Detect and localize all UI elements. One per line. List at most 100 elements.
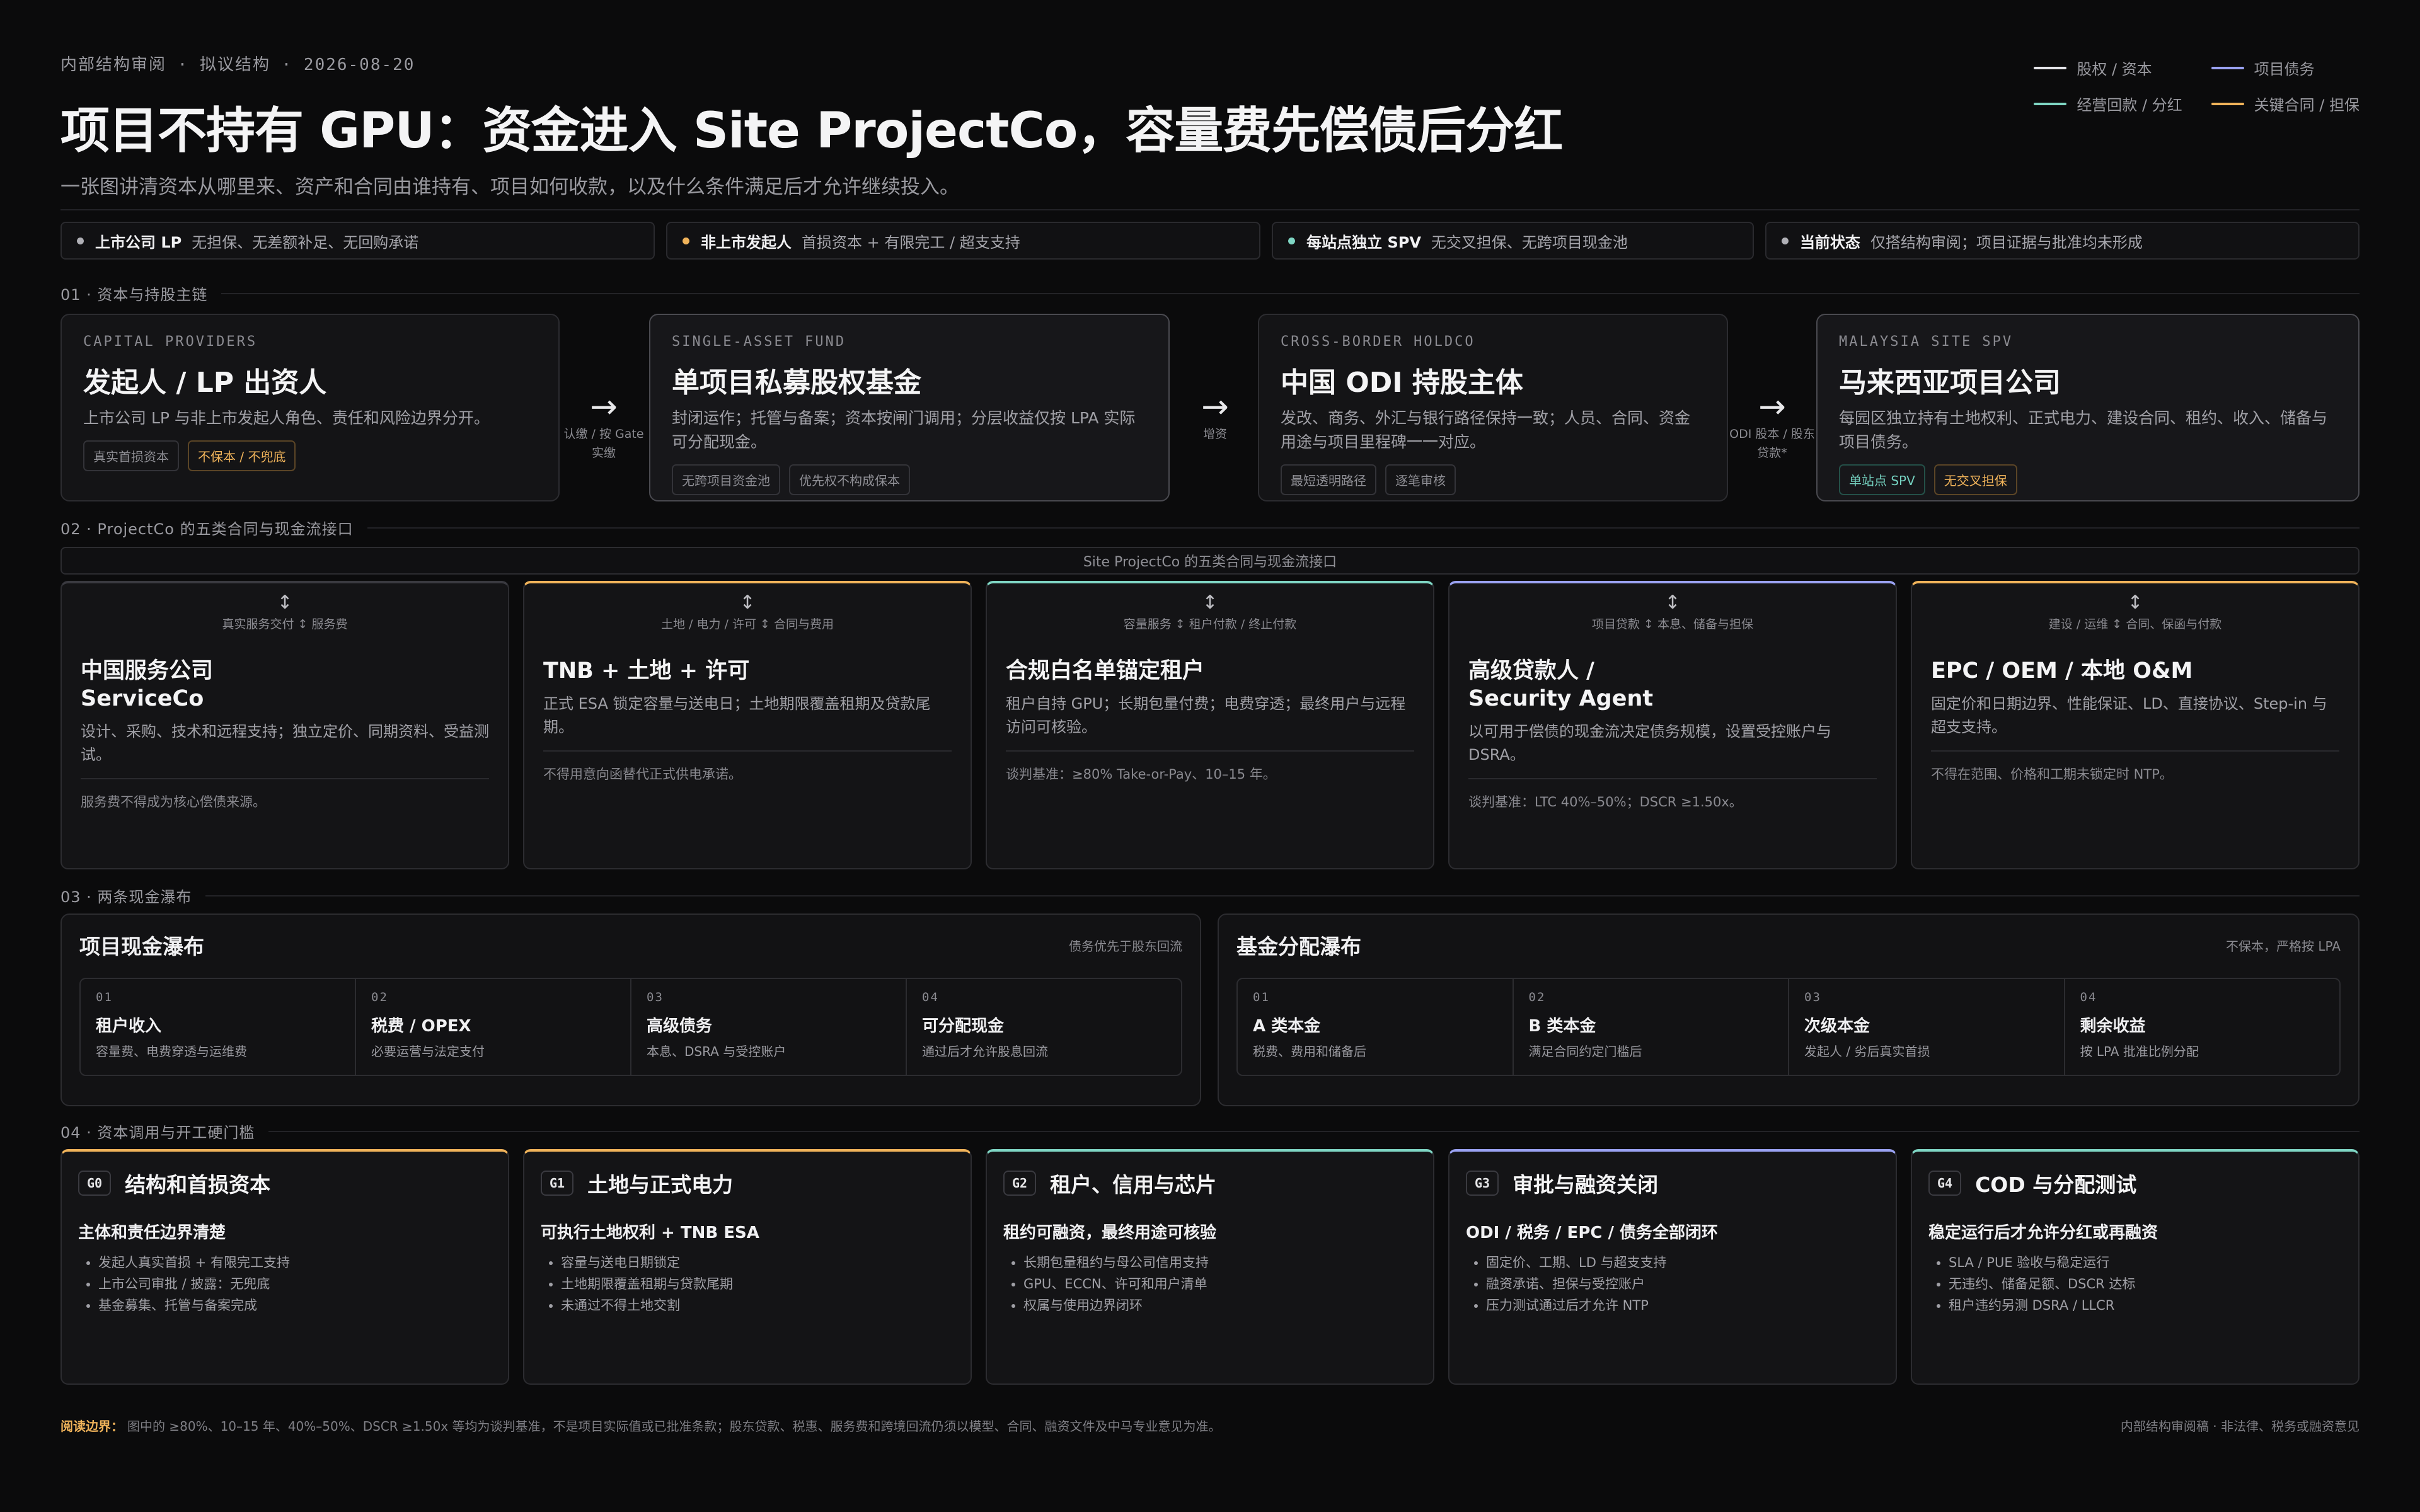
section-rule bbox=[205, 895, 2360, 896]
interface-desc: 设计、采购、技术和远程支持；独立定价、同期资料、受益测试。 bbox=[81, 723, 489, 764]
waterfall-title: 基金分配瀑布 bbox=[1236, 934, 1361, 959]
list-item: 租户违约另测 DSRA / LLCR bbox=[1949, 1295, 2342, 1316]
divider bbox=[60, 209, 2360, 210]
step-label: 高级债务 bbox=[647, 1017, 713, 1036]
legend-swatch bbox=[2034, 102, 2067, 105]
list-item: SLA / PUE 验收与稳定运行 bbox=[1949, 1252, 2342, 1273]
waterfall-step: 01 A 类本金 税费、费用和储备后 bbox=[1238, 979, 1514, 1075]
gate-card-g0: G0 结构和首损资本 主体和责任边界清楚 发起人真实首损 + 有限完工支持上市公司… bbox=[60, 1149, 509, 1385]
strip-label: 非上市发起人 bbox=[701, 233, 792, 251]
flow-arrow: → 增资 bbox=[1172, 391, 1258, 442]
gate-title: 审批与融资关闭 bbox=[1512, 1172, 1659, 1197]
chip: 无跨项目资金池 bbox=[672, 464, 780, 495]
interface-title: 合规白名单锚定租户 bbox=[1006, 657, 1414, 685]
waterfall-step: 01 租户收入 容量费、电费穿透与运维费 bbox=[81, 979, 356, 1075]
gate-subtitle: 主体和责任边界清楚 bbox=[78, 1223, 226, 1242]
gate-header: G3 审批与融资关闭 bbox=[1466, 1168, 1879, 1198]
chip: 真实首损资本 bbox=[83, 440, 179, 471]
waterfall-note: 债务优先于股东回流 bbox=[1069, 938, 1182, 954]
gate-header: G0 结构和首损资本 bbox=[78, 1168, 492, 1198]
title-line: TNB + 土地 + 许可 bbox=[543, 658, 750, 684]
legend-label: 股权 / 资本 bbox=[2077, 60, 2152, 78]
arrow-right-icon: → bbox=[1201, 388, 1229, 426]
chain-card-cross-border-holdco: CROSS-BORDER HOLDCO 中国 ODI 持股主体 发改、商务、外汇… bbox=[1258, 314, 1728, 501]
chain-title: 中国 ODI 持股主体 bbox=[1281, 367, 1523, 399]
strip-text: 无交叉担保、无跨项目现金池 bbox=[1431, 233, 1628, 251]
title-line: 高级贷款人 / bbox=[1468, 658, 1594, 684]
chip-group: 真实首损资本 不保本 / 不兜底 bbox=[83, 440, 537, 471]
flow-arrow: → ODI 股本 / 股东 贷款* bbox=[1728, 391, 1816, 461]
page-subtitle: 一张图讲清资本从哪里来、资产和合同由谁持有、项目如何收款，以及什么条件满足后才允… bbox=[60, 176, 959, 198]
chain-title: 单项目私募股权基金 bbox=[672, 367, 921, 399]
footer-right: 内部结构审阅稿 · 非法律、税务或融资意见 bbox=[2120, 1419, 2360, 1434]
chain-card-single-asset-fund: SINGLE-ASSET FUND 单项目私募股权基金 封闭运作；托管与备案；资… bbox=[649, 314, 1170, 501]
status-dot bbox=[683, 237, 690, 244]
interface-note: 服务费不得成为核心偿债来源。 bbox=[81, 794, 266, 810]
step-number: 01 bbox=[96, 990, 113, 1004]
legend: 股权 / 资本 项目债务 经营回款 / 分红 关键合同 / 担保 bbox=[2034, 57, 2360, 115]
gate-badge: G3 bbox=[1466, 1171, 1499, 1196]
gate-subtitle: ODI / 税务 / EPC / 债务全部闭环 bbox=[1466, 1223, 1719, 1242]
legend-label: 项目债务 bbox=[2254, 60, 2315, 78]
interface-desc: 固定价和日期边界、性能保证、LD、直接协议、Step-in 与超支支持。 bbox=[1931, 695, 2327, 736]
footer-disclaimer: 阅读边界： 图中的 ≥80%、10–15 年、40%–50%、DSCR ≥1.50… bbox=[60, 1416, 1221, 1435]
interface-card-senior-lender: ↕ 项目贷款 ↕ 本息、储备与担保 高级贷款人 / Security Agent … bbox=[1448, 581, 1897, 869]
step-sub: 满足合同约定门槛后 bbox=[1528, 1044, 1642, 1059]
gate-card-g3: G3 审批与融资关闭 ODI / 税务 / EPC / 债务全部闭环 固定价、工期… bbox=[1448, 1149, 1897, 1385]
gate-header: G2 租户、信用与芯片 bbox=[1003, 1168, 1417, 1198]
strip-cell: 上市公司 LP 无担保、无差额补足、无回购承诺 bbox=[60, 222, 655, 260]
section-rule bbox=[268, 1130, 2360, 1132]
step-label: A 类本金 bbox=[1253, 1017, 1321, 1036]
status-dot bbox=[77, 237, 84, 244]
footer-key: 阅读边界： bbox=[60, 1419, 124, 1434]
list-item: 土地期限覆盖租期与贷款尾期 bbox=[561, 1273, 954, 1295]
up-down-arrow-icon: ↕ bbox=[277, 592, 293, 614]
strip-text: 仅搭结构审阅；项目证据与批准均未形成 bbox=[1870, 233, 2143, 251]
interface-desc: 以可用于偿债的现金流决定债务规模，设置受控账户与 DSRA。 bbox=[1468, 723, 1831, 764]
arrow-label: ODI 股本 / 股东 bbox=[1729, 427, 1815, 441]
interface-bar: Site ProjectCo 的五类合同与现金流接口 bbox=[60, 547, 2360, 575]
step-number: 03 bbox=[1804, 990, 1821, 1004]
interface-card-anchor-tenant: ↕ 容量服务 ↕ 租户付款 / 终止付款 合规白名单锚定租户 租户自持 GPU；… bbox=[986, 581, 1434, 869]
gate-header: G4 COD 与分配测试 bbox=[1928, 1168, 2342, 1198]
gate-header: G1 土地与正式电力 bbox=[541, 1168, 954, 1198]
waterfall-steps: 01 租户收入 容量费、电费穿透与运维费 02 税费 / OPEX 必要运营与法定支付 … bbox=[79, 978, 1182, 1076]
step-label: 次级本金 bbox=[1804, 1017, 1870, 1036]
kicker: 内部结构审阅 · 拟议结构 · 2026-08-20 bbox=[60, 55, 415, 74]
list-item: 基金募集、托管与备案完成 bbox=[98, 1295, 492, 1316]
section-title: 02 · ProjectCo 的五类合同与现金流接口 bbox=[60, 520, 354, 538]
strip-label: 当前状态 bbox=[1799, 233, 1860, 251]
legend-label: 经营回款 / 分红 bbox=[2077, 96, 2182, 114]
list-item: 压力测试通过后才允许 NTP bbox=[1486, 1295, 1879, 1316]
step-number: 03 bbox=[647, 990, 664, 1004]
chip: 逐笔审核 bbox=[1385, 464, 1456, 495]
gate-badge: G1 bbox=[541, 1171, 574, 1196]
legend-swatch bbox=[2211, 66, 2244, 69]
legend-label: 关键合同 / 担保 bbox=[2254, 96, 2360, 114]
strip-cell: 非上市发起人 首损资本 + 有限完工 / 超支支持 bbox=[666, 222, 1261, 260]
waterfall-step: 04 可分配现金 通过后才允许股息回流 bbox=[907, 979, 1181, 1075]
interface-note: 谈判基准：≥80% Take-or-Pay、10–15 年。 bbox=[1006, 767, 1276, 782]
step-number: 04 bbox=[922, 990, 939, 1004]
waterfall-step: 04 剩余收益按 LPA 批准比例分配 bbox=[2065, 979, 2340, 1075]
list-item: 融资承诺、担保与受控账户 bbox=[1486, 1273, 1879, 1295]
project-cash-waterfall: 项目现金瀑布 债务优先于股东回流 01 租户收入 容量费、电费穿透与运维费 02 税费 … bbox=[60, 914, 1201, 1106]
chip: 最短透明路径 bbox=[1281, 464, 1376, 495]
step-number: 01 bbox=[1253, 990, 1270, 1004]
chain-desc: 发改、商务、外汇与银行路径保持一致；人员、合同、资金用途与项目里程碑一一对应。 bbox=[1281, 409, 1691, 451]
up-down-arrow-icon: ↕ bbox=[1202, 592, 1218, 614]
title-line: 中国服务公司 bbox=[81, 658, 214, 684]
gate-title: 租户、信用与芯片 bbox=[1050, 1172, 1217, 1197]
chain-card-capital-providers: CAPITAL PROVIDERS 发起人 / LP 出资人 上市公司 LP 与… bbox=[60, 314, 560, 501]
step-label: 租户收入 bbox=[96, 1017, 162, 1036]
arrow-right-icon: → bbox=[1758, 388, 1786, 426]
chip: 单站点 SPV bbox=[1839, 464, 1925, 495]
gate-checklist: 长期包量租约与母公司信用支持GPU、ECCN、许可和用户清单权属与使用边界闭环 bbox=[1003, 1252, 1417, 1316]
step-label: B 类本金 bbox=[1528, 1017, 1596, 1036]
step-sub: 发起人 / 劣后真实首损 bbox=[1804, 1044, 1930, 1059]
gate-checklist: 容量与送电日期锁定土地期限覆盖租期与贷款尾期未通过不得土地交割 bbox=[541, 1252, 954, 1316]
gate-badge: G0 bbox=[78, 1171, 112, 1196]
waterfall-header: 基金分配瀑布 不保本，严格按 LPA bbox=[1236, 930, 2341, 960]
list-item: 上市公司审批 / 披露：无兜底 bbox=[98, 1273, 492, 1295]
arrow-label: 认缴 / 按 Gate bbox=[563, 427, 644, 441]
